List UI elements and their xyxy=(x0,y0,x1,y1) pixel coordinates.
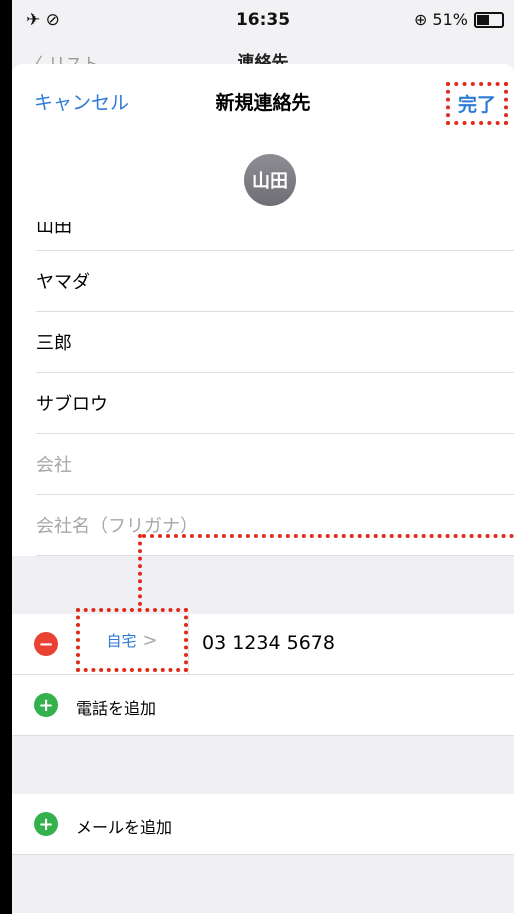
divider xyxy=(188,614,189,674)
company-field[interactable]: 会社 xyxy=(36,434,514,495)
last-name-kana-value: ヤマダ xyxy=(36,272,90,293)
first-name-kana-value: サブロウ xyxy=(36,394,108,415)
new-contact-sheet: キャンセル 新規連絡先 完了 山田 山田 ヤマダ 三郎 サブロウ 会社 会社名（… xyxy=(12,64,514,914)
first-name-kana-field[interactable]: サブロウ xyxy=(36,373,514,434)
phone-label-selector[interactable]: 自宅 > xyxy=(76,608,188,672)
last-name-value: 山田 xyxy=(36,222,72,237)
add-phone-icon[interactable]: + xyxy=(34,693,58,717)
add-email-label: メールを追加 xyxy=(76,818,173,837)
chevron-right-icon: > xyxy=(142,629,158,651)
section-gap xyxy=(12,556,514,614)
company-kana-field[interactable]: 会社名（フリガナ） xyxy=(36,495,514,556)
avatar[interactable]: 山田 xyxy=(244,154,296,206)
battery-indicator: ⊕ 51% xyxy=(414,10,504,29)
add-email-icon[interactable]: + xyxy=(34,812,58,836)
annotation-line-vertical xyxy=(138,534,142,606)
phone-number-input[interactable]: 03 1234 5678 xyxy=(202,632,335,654)
battery-icon xyxy=(474,11,504,28)
add-email-row[interactable]: + メールを追加 xyxy=(12,794,514,855)
last-name-kana-field[interactable]: ヤマダ xyxy=(36,251,514,312)
last-name-field[interactable]: 山田 xyxy=(36,222,514,251)
status-bar: ✈ ⊘ 16:35 ⊕ 51% xyxy=(12,0,514,40)
first-name-field[interactable]: 三郎 xyxy=(36,312,514,373)
company-placeholder: 会社 xyxy=(36,455,72,476)
done-button[interactable]: 完了 xyxy=(445,82,508,125)
delete-phone-icon[interactable]: − xyxy=(34,632,58,656)
add-phone-row[interactable]: + 電話を追加 xyxy=(12,675,514,736)
sheet-navbar: キャンセル 新規連絡先 完了 xyxy=(12,64,514,142)
avatar-row: 山田 xyxy=(12,142,514,222)
annotation-line-horizontal xyxy=(142,534,514,538)
battery-percent: ⊕ 51% xyxy=(413,10,468,29)
add-phone-label: 電話を追加 xyxy=(76,699,157,718)
phone-entry-row: − 自宅 > 03 1234 5678 xyxy=(12,608,514,675)
phone-screen: ✈ ⊘ 16:35 ⊕ 51% 〈 リスト 連絡先 キャンセル 新規連絡先 完了… xyxy=(12,0,514,914)
phone-label-text: 自宅 xyxy=(106,631,137,650)
section-gap xyxy=(12,855,514,913)
section-gap xyxy=(12,736,514,794)
page-title: 新規連絡先 xyxy=(215,92,311,114)
first-name-value: 三郎 xyxy=(36,333,72,354)
